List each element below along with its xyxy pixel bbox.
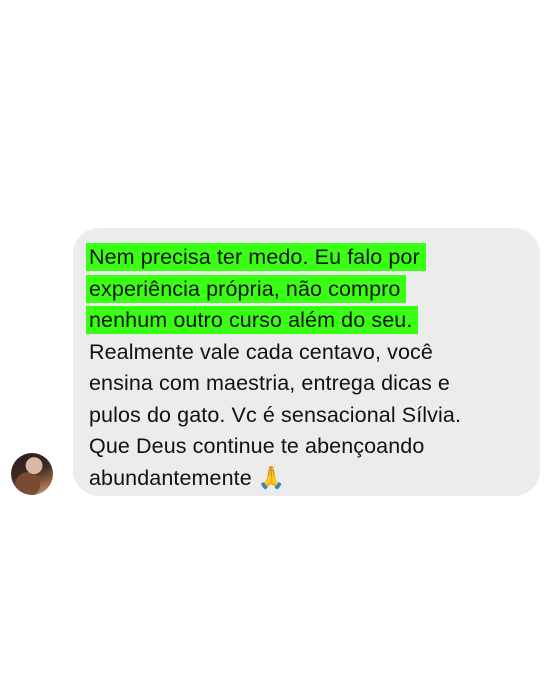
message-line-4: Realmente vale cada centavo, você — [89, 339, 433, 364]
message-bubble[interactable]: Nem precisa ter medo. Eu falo por experi… — [73, 228, 540, 496]
highlighted-text-3: nenhum outro curso além do seu. — [86, 306, 419, 334]
message-line-8: abundantemente 🙏 — [89, 463, 530, 495]
highlighted-text-2: experiência própria, não compro — [86, 274, 407, 303]
message-line-3: nenhum outro curso além do seu. — [86, 305, 530, 337]
message-line-7: Que Deus continue te abençoando — [89, 434, 425, 458]
highlighted-text-1: Nem precisa ter medo. Eu falo por — [86, 243, 426, 271]
message-line-8-text: abundantemente — [89, 465, 252, 490]
message-line-5: ensina com maestria, entrega dicas e — [89, 371, 450, 395]
message-line-1: Nem precisa ter medo. Eu falo por — [86, 242, 530, 274]
message-line-2: experiência própria, não compro — [86, 274, 530, 306]
praying-hands-icon: 🙏 — [257, 465, 286, 491]
sender-avatar[interactable] — [11, 453, 53, 495]
message-line-6: pulos do gato. Vc é sensacional Sílvia. — [89, 402, 462, 427]
